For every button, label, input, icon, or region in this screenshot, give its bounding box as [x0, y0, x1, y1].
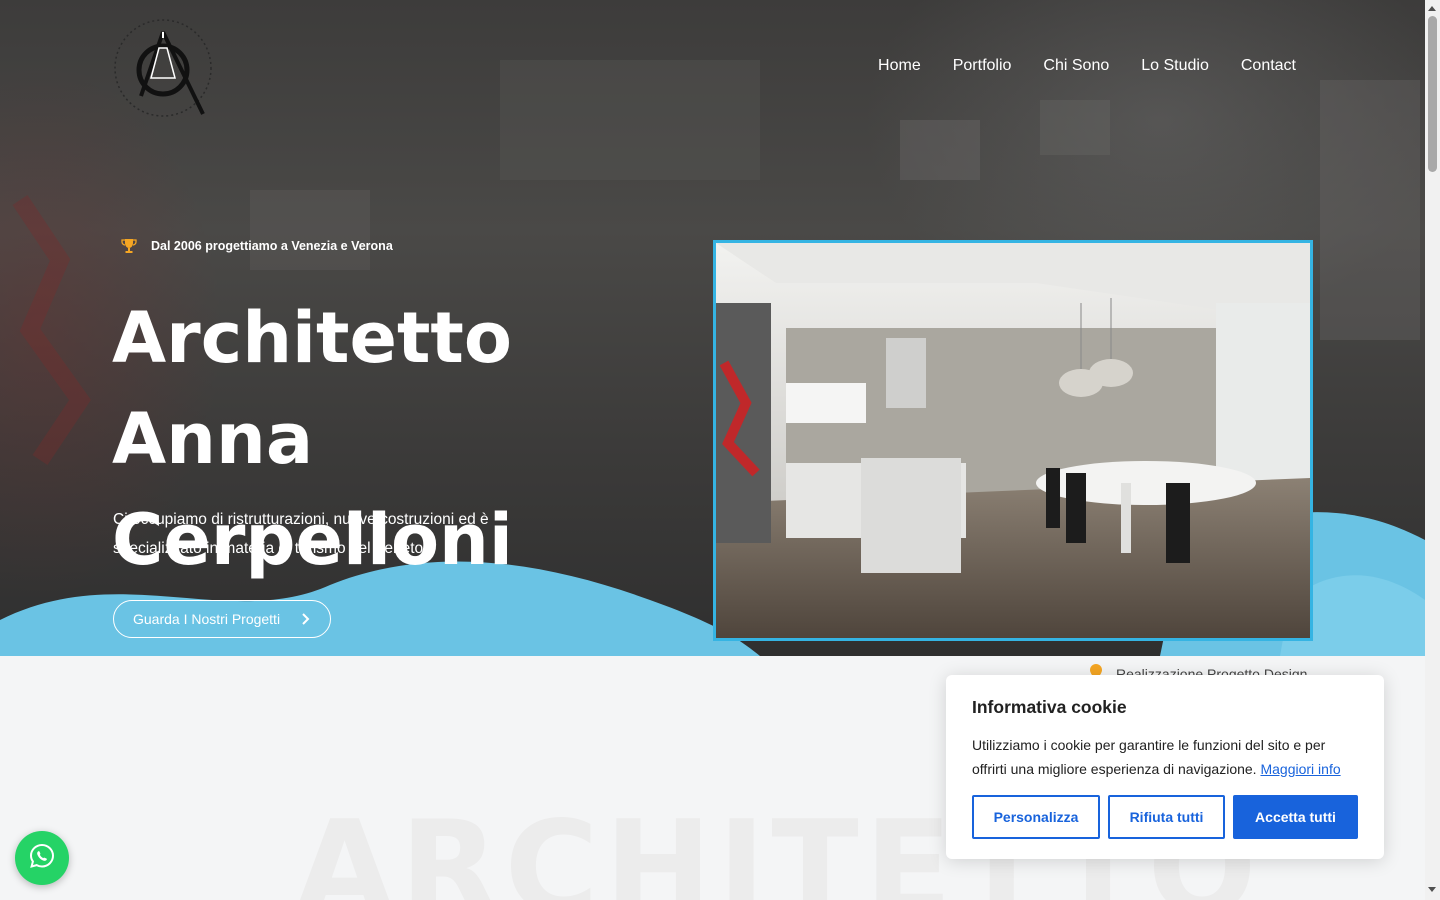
nav-portfolio[interactable]: Portfolio — [953, 55, 1012, 77]
cookie-text: Utilizziamo i cookie per garantire le fu… — [972, 733, 1358, 781]
cookie-accept-button[interactable]: Accetta tutti — [1233, 795, 1358, 839]
whatsapp-icon — [28, 842, 56, 875]
hero-interior-photo — [713, 240, 1313, 641]
nav-lo-studio[interactable]: Lo Studio — [1141, 55, 1209, 77]
scrollbar-thumb[interactable] — [1428, 16, 1437, 172]
scroll-up-arrow-icon[interactable] — [1428, 6, 1436, 11]
cookie-banner: Informativa cookie Utilizziamo i cookie … — [946, 675, 1384, 859]
whatsapp-chat-button[interactable] — [15, 831, 69, 885]
hero-section: Home Portfolio Chi Sono Lo Studio Contac… — [0, 0, 1425, 656]
trophy-icon — [121, 238, 137, 254]
nav-contact[interactable]: Contact — [1241, 55, 1296, 77]
chevron-right-icon — [300, 611, 312, 627]
cookie-actions: Personalizza Rifiuta tutti Accetta tutti — [972, 795, 1358, 839]
nav-chi-sono[interactable]: Chi Sono — [1043, 55, 1109, 77]
cookie-customize-button[interactable]: Personalizza — [972, 795, 1100, 839]
cookie-title: Informativa cookie — [972, 697, 1127, 717]
scroll-down-arrow-icon[interactable] — [1428, 887, 1436, 892]
main-nav: Home Portfolio Chi Sono Lo Studio Contac… — [878, 55, 1296, 77]
title-line-1: Architetto Anna — [112, 297, 512, 480]
nav-home[interactable]: Home — [878, 55, 921, 77]
hero-badge-text: Dal 2006 progettiamo a Venezia e Verona — [151, 239, 393, 253]
cookie-reject-button[interactable]: Rifiuta tutti — [1108, 795, 1225, 839]
view-projects-label: Guarda I Nostri Progetti — [133, 611, 281, 627]
hero-subtitle: Ci occupiamo di ristrutturazioni, nuove … — [113, 511, 489, 557]
hero-badge: Dal 2006 progettiamo a Venezia e Verona — [121, 238, 393, 254]
view-projects-button[interactable]: Guarda I Nostri Progetti — [113, 600, 331, 638]
page: Home Portfolio Chi Sono Lo Studio Contac… — [0, 0, 1425, 900]
page-scrollbar[interactable] — [1425, 0, 1440, 900]
cookie-more-info-link[interactable]: Maggiori info — [1260, 761, 1340, 777]
studio-logo[interactable] — [113, 18, 213, 118]
